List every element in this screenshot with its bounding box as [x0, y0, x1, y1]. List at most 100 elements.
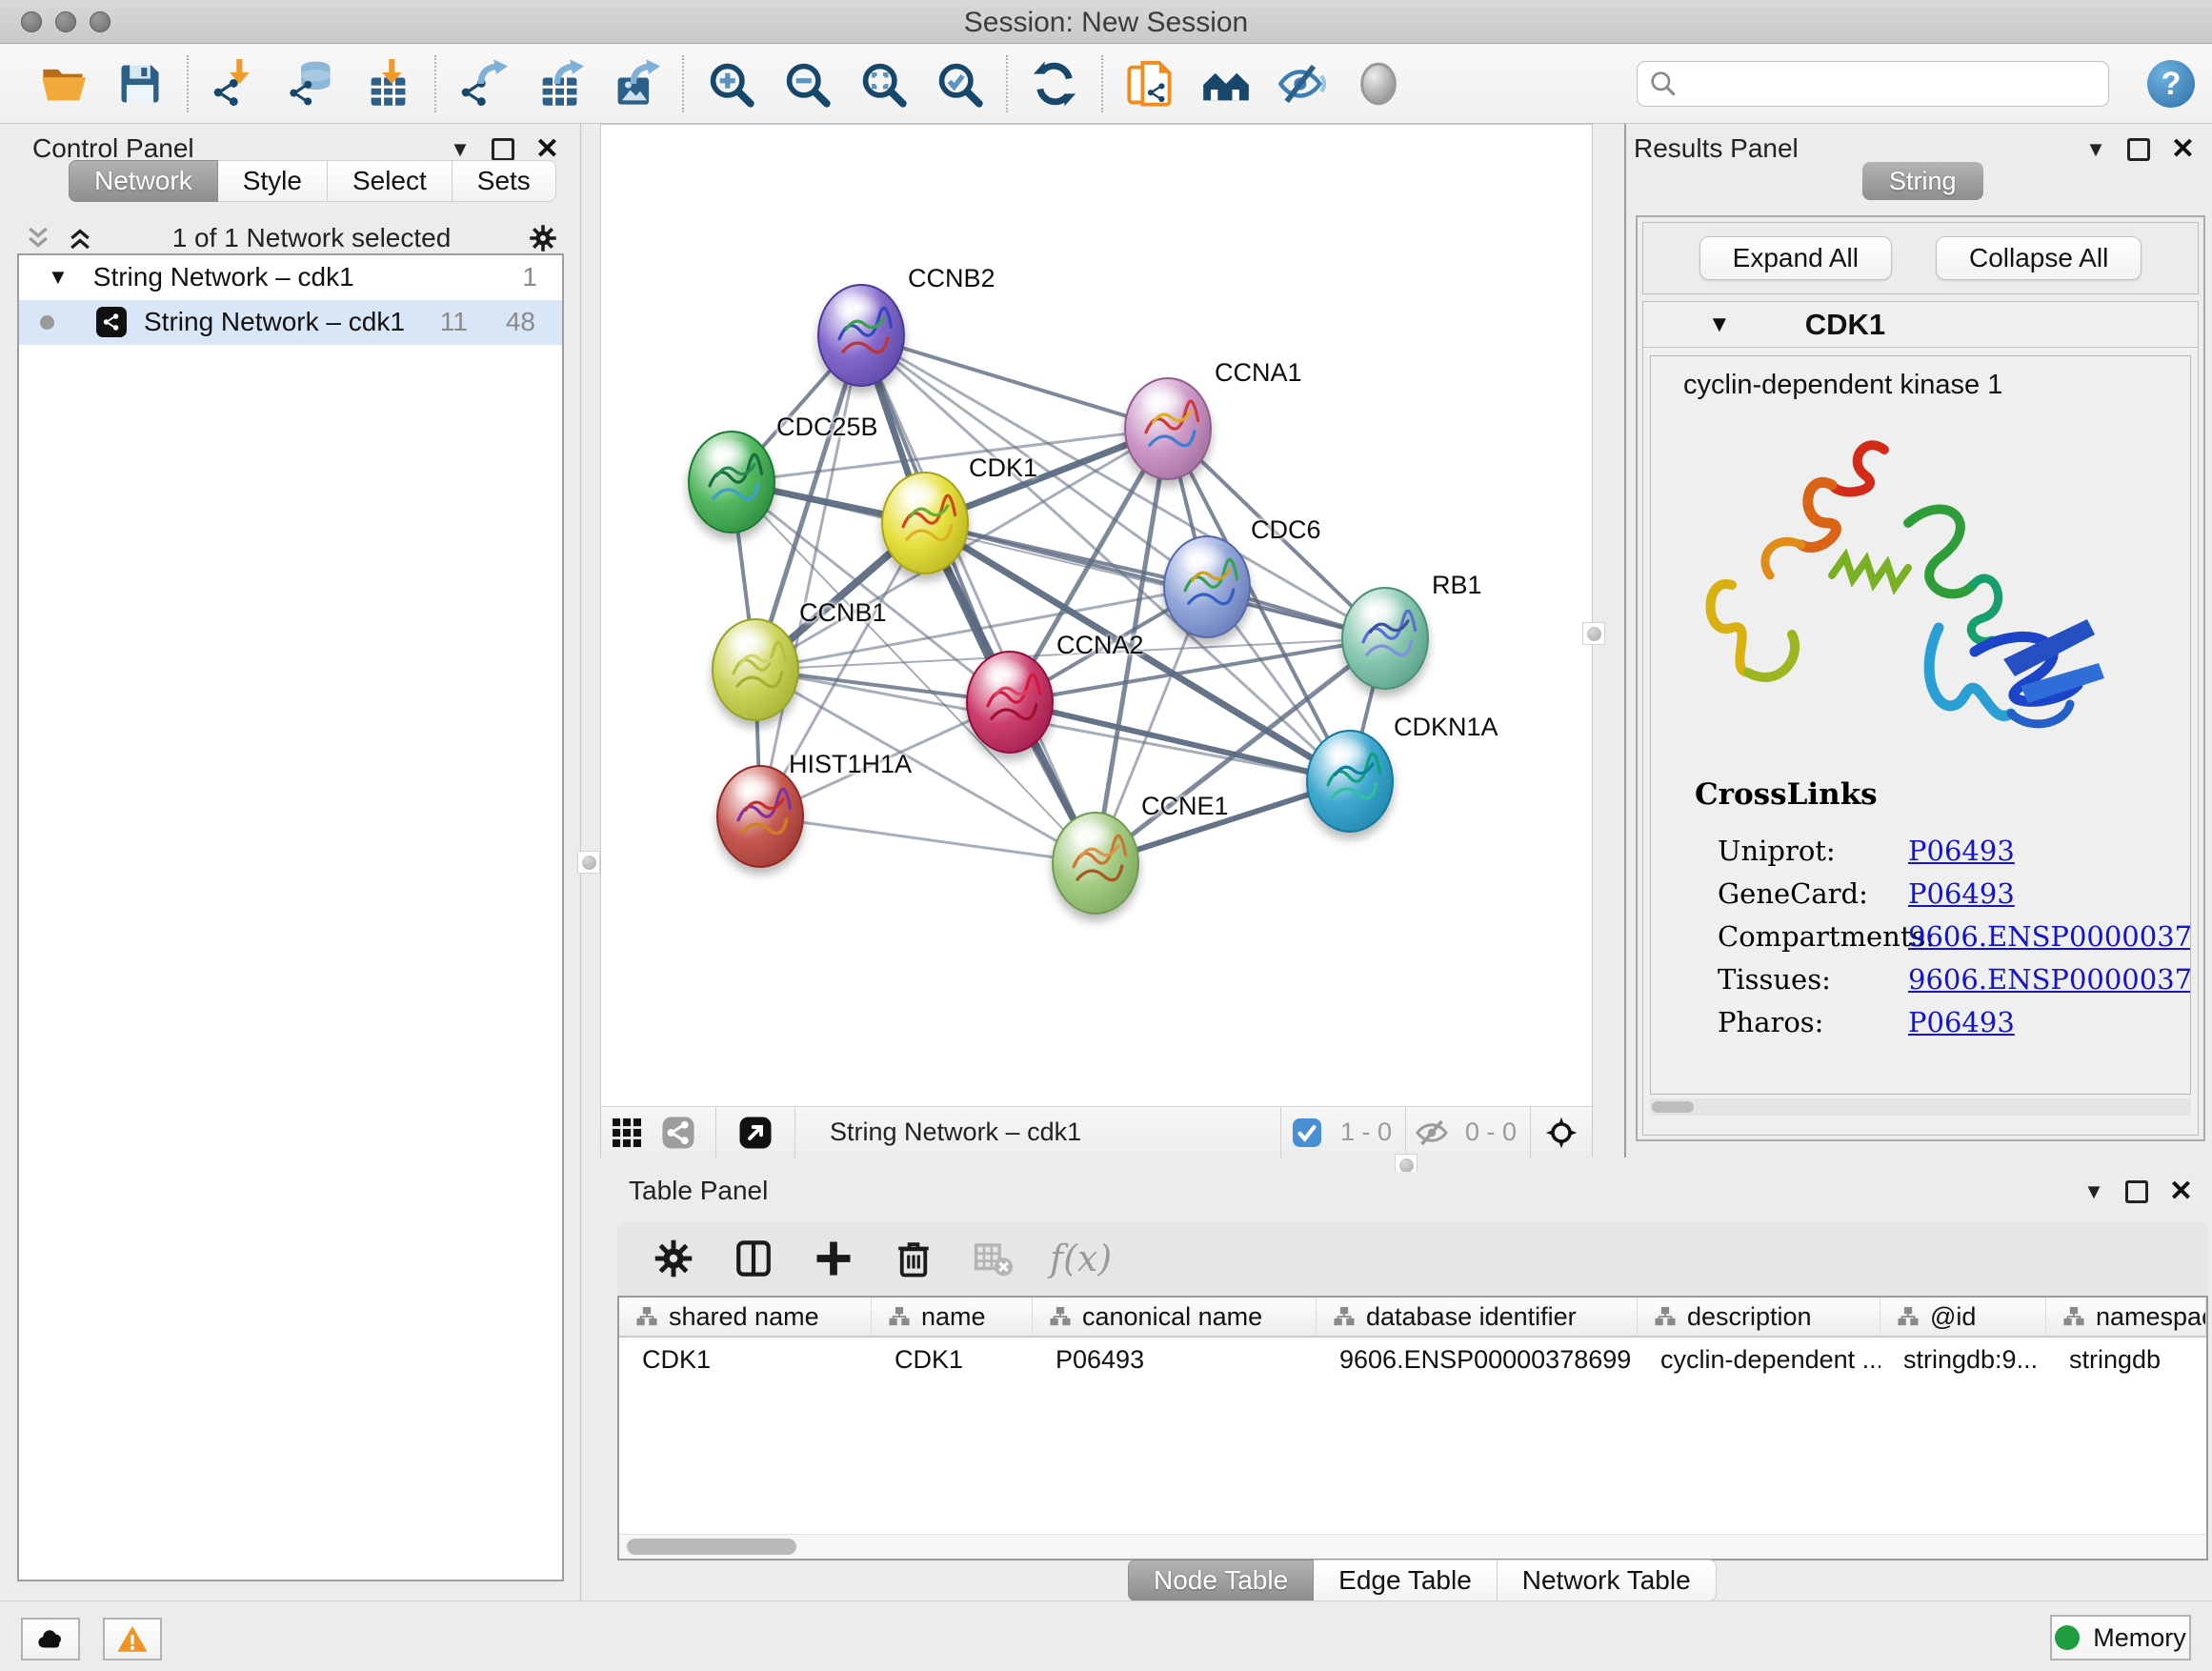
tab-style[interactable]: Style	[218, 160, 328, 202]
tab-select[interactable]: Select	[328, 160, 452, 202]
import-network-file-button[interactable]	[206, 54, 265, 113]
left-splitter-handle[interactable]	[577, 851, 600, 874]
control-panel-float-icon[interactable]	[492, 138, 514, 161]
export-image-button[interactable]	[606, 54, 665, 113]
crosslink-value-link[interactable]: 9606.ENSP00000378699	[1908, 920, 2191, 953]
collapse-all-networks-icon[interactable]	[17, 219, 59, 257]
node-HIST1H1A[interactable]	[716, 765, 804, 868]
show-columns-icon[interactable]	[730, 1235, 777, 1282]
edge-CCNB2-CCNE1[interactable]	[861, 335, 1096, 863]
table-settings-gear-icon[interactable]	[650, 1235, 697, 1282]
column-header-shared-name[interactable]: shared name	[619, 1298, 872, 1336]
tab-sets[interactable]: Sets	[452, 160, 556, 202]
column-header-label: shared name	[669, 1302, 819, 1332]
network-row[interactable]: String Network – cdk1 11 48	[19, 300, 562, 345]
zoom-selected-button[interactable]	[930, 54, 989, 113]
table-row[interactable]: CDK1CDK1P064939606.ENSP00000378699cyclin…	[619, 1338, 2206, 1381]
collection-expand-icon[interactable]: ▼	[48, 265, 69, 290]
crosslink-value-link[interactable]: P06493	[1908, 877, 2015, 910]
node-CDKN1A[interactable]	[1306, 730, 1394, 833]
grid-view-icon[interactable]	[601, 1116, 653, 1150]
collection-count: 1	[522, 262, 537, 292]
node-CCNB2[interactable]	[817, 284, 905, 387]
table-horizontal-scrollbar[interactable]	[619, 1534, 2206, 1559]
node-CDC25B[interactable]	[688, 431, 775, 534]
results-panel-close-icon[interactable]: ✕	[2171, 135, 2195, 164]
expand-all-button[interactable]: Expand All	[1699, 236, 1892, 280]
table-panel-menu-icon[interactable]: ▼	[2083, 1179, 2104, 1204]
clone-network-button[interactable]	[1120, 54, 1179, 113]
tab-edge-table[interactable]: Edge Table	[1314, 1560, 1498, 1601]
open-session-button[interactable]	[34, 54, 93, 113]
memory-button[interactable]: Memory	[2050, 1615, 2191, 1661]
edge-HIST1H1A-CCNE1[interactable]	[760, 816, 1096, 863]
right-splitter-handle[interactable]	[1582, 622, 1605, 645]
results-horizontal-scrollbar[interactable]	[1650, 1098, 2191, 1116]
node-RB1[interactable]	[1341, 587, 1429, 690]
results-panel-float-icon[interactable]	[2127, 138, 2150, 161]
column-header-canonical-name[interactable]: canonical name	[1033, 1298, 1317, 1336]
node-CDC6[interactable]	[1163, 535, 1251, 638]
collapse-all-button[interactable]: Collapse All	[1936, 236, 2142, 280]
zoom-out-button[interactable]	[777, 54, 836, 113]
edge-CCNB2-HIST1H1A[interactable]	[760, 335, 861, 816]
crosslink-label: GeneCard:	[1718, 877, 1908, 910]
export-network-button[interactable]	[453, 54, 513, 113]
column-header-description[interactable]: description	[1638, 1298, 1880, 1336]
delete-column-trash-icon[interactable]	[890, 1235, 937, 1282]
zoom-fit-button[interactable]	[854, 54, 913, 113]
refresh-view-button[interactable]	[1025, 54, 1084, 113]
crosslink-row: Uniprot:P06493	[1718, 829, 2191, 872]
import-network-database-button[interactable]	[282, 54, 341, 113]
crosslink-value-link[interactable]: 9606.ENSP00000378699	[1908, 963, 2191, 996]
search-icon	[1648, 69, 1679, 99]
node-CCNB1[interactable]	[712, 618, 799, 721]
control-panel-menu-icon[interactable]: ▼	[450, 137, 471, 162]
column-header-namespac[interactable]: namespac	[2046, 1298, 2206, 1336]
open-in-new-window-icon[interactable]	[730, 1116, 781, 1150]
edge-CCNB2-CCNA1[interactable]	[861, 335, 1168, 429]
fit-selected-crosshair-icon[interactable]	[1531, 1116, 1592, 1150]
network-collection-row[interactable]: ▼ String Network – cdk1 1	[19, 255, 562, 300]
search-input[interactable]	[1637, 61, 2109, 107]
import-table-file-button[interactable]	[358, 54, 417, 113]
export-table-button[interactable]	[530, 54, 589, 113]
gene-expand-icon[interactable]: ▼	[1708, 312, 1731, 338]
tab-string[interactable]: String	[1862, 162, 1983, 200]
tab-node-table[interactable]: Node Table	[1128, 1560, 1314, 1601]
zoom-in-button[interactable]	[701, 54, 760, 113]
table-panel-title: Table Panel	[629, 1176, 768, 1206]
string-home-button[interactable]	[1196, 54, 1256, 113]
help-button[interactable]: ?	[2147, 60, 2195, 108]
node-CDK1[interactable]	[881, 472, 969, 574]
expand-all-networks-icon[interactable]	[59, 219, 101, 257]
table-panel-float-icon[interactable]	[2125, 1180, 2148, 1203]
warnings-button[interactable]	[103, 1618, 162, 1661]
gene-section-header[interactable]: ▼ CDK1	[1643, 302, 2198, 348]
save-session-button[interactable]	[111, 54, 170, 113]
cloud-service-button[interactable]	[21, 1618, 80, 1661]
column-network-icon	[1655, 1306, 1676, 1327]
results-panel-menu-icon[interactable]: ▼	[2085, 137, 2106, 162]
protein-ribbon-thumbnail	[1308, 732, 1392, 831]
tab-network-table[interactable]: Network Table	[1498, 1560, 1717, 1601]
network-view: CCNB2 CCNA1 CDC25B CDK1 CDC6 RB1	[600, 124, 1593, 1158]
birdseye-view-icon[interactable]	[653, 1116, 704, 1150]
selected-checkbox-icon[interactable]	[1281, 1116, 1333, 1150]
column-header-name[interactable]: name	[872, 1298, 1033, 1336]
column-header-database-identifier[interactable]: database identifier	[1317, 1298, 1638, 1336]
crosslink-value-link[interactable]: P06493	[1908, 1006, 2015, 1038]
hide-selected-button[interactable]	[1273, 54, 1332, 113]
hidden-eye-icon[interactable]	[1406, 1116, 1458, 1150]
create-column-plus-icon[interactable]	[810, 1235, 857, 1282]
table-panel-close-icon[interactable]: ✕	[2169, 1178, 2193, 1206]
network-canvas[interactable]: CCNB2 CCNA1 CDC25B CDK1 CDC6 RB1	[601, 125, 1592, 1106]
show-graphics-details-button[interactable]	[1349, 54, 1408, 113]
node-CCNA2[interactable]	[966, 651, 1054, 754]
node-CCNE1[interactable]	[1052, 812, 1139, 915]
node-CCNA1[interactable]	[1124, 377, 1212, 480]
crosslink-value-link[interactable]: P06493	[1908, 835, 2015, 867]
tab-network[interactable]: Network	[69, 160, 218, 202]
network-options-gear-icon[interactable]	[522, 219, 564, 257]
column-header--id[interactable]: @id	[1880, 1298, 2046, 1336]
